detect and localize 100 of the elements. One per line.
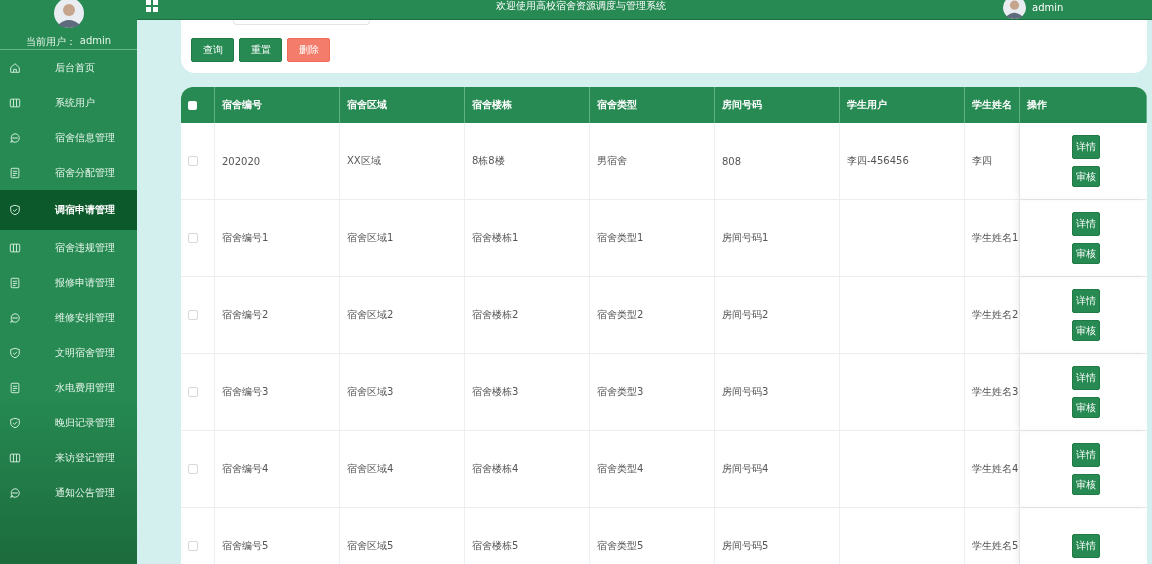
columns-icon — [9, 451, 21, 464]
table-cell: 宿舍区域2 — [347, 308, 394, 322]
table-cell: 学生姓名4 — [972, 462, 1019, 476]
review-button[interactable]: 审核 — [1071, 320, 1100, 341]
table-cell: 808 — [722, 155, 742, 167]
sidebar-item[interactable]: 宿舍违规管理 — [0, 230, 137, 265]
sidebar-item[interactable]: 文明宿舍管理 — [0, 335, 137, 370]
chat-icon — [9, 311, 21, 324]
table-cell: 宿舍类型5 — [597, 539, 644, 553]
table-cell: 宿舍编号2 — [222, 308, 269, 322]
table-cell: 学生姓名3 — [972, 385, 1019, 399]
toolbar-button[interactable]: 重置 — [239, 38, 282, 62]
details-button[interactable]: 详情 — [1071, 212, 1100, 236]
shield-icon — [9, 416, 21, 429]
table-cell: 宿舍类型2 — [597, 308, 644, 322]
table-cell: 宿舍编号4 — [222, 462, 269, 476]
columns-icon — [9, 241, 21, 254]
home-icon — [9, 61, 21, 74]
table-cell: 学生姓名1 — [972, 231, 1019, 245]
row-checkbox[interactable] — [188, 156, 198, 166]
table-cell: 李四 — [972, 154, 992, 168]
row-checkbox[interactable] — [188, 233, 198, 243]
system-title: 欢迎使用高校宿舍资源调度与管理系统 — [494, 0, 667, 12]
avatar-icon[interactable] — [1003, 0, 1026, 19]
row-checkbox[interactable] — [188, 464, 198, 474]
column-header: 学生用户 — [840, 87, 965, 123]
column-header: 宿舍区域 — [340, 87, 465, 123]
sidebar-item[interactable]: 后台首页 — [0, 50, 137, 85]
delete-button[interactable]: 删除 — [287, 38, 330, 62]
table-cell: 宿舍编号5 — [222, 539, 269, 553]
current-user-label: 当前用户： — [25, 35, 76, 49]
chat-icon — [9, 131, 21, 144]
table-cell: 宿舍楼栋3 — [472, 385, 519, 399]
input-field[interactable] — [233, 20, 370, 25]
grid-menu-icon[interactable] — [146, 0, 158, 12]
sidebar-item[interactable]: 调宿申请管理 — [0, 190, 137, 230]
table-cell: 宿舍楼栋2 — [472, 308, 519, 322]
doc-icon — [9, 381, 21, 394]
details-button[interactable]: 详情 — [1071, 534, 1100, 558]
row-checkbox[interactable] — [188, 387, 198, 397]
sidebar-item[interactable]: 宿舍分配管理 — [0, 155, 137, 190]
column-header: 宿舍编号 — [215, 87, 340, 123]
chat-icon — [9, 486, 21, 499]
details-button[interactable]: 详情 — [1071, 443, 1100, 467]
select-all-checkbox[interactable] — [188, 100, 197, 110]
table-cell: 宿舍楼栋5 — [472, 539, 519, 553]
table-cell: 李四-456456 — [847, 154, 909, 168]
shield-icon — [9, 346, 21, 359]
table-cell: 宿舍楼栋1 — [472, 231, 519, 245]
table-cell: 宿舍区域4 — [347, 462, 394, 476]
column-header: 房间号码 — [715, 87, 840, 123]
sidebar-item[interactable]: 宿舍信息管理 — [0, 120, 137, 155]
columns-icon — [9, 96, 21, 109]
table-cell: 202020 — [222, 155, 261, 167]
table-cell: 房间号码3 — [722, 385, 769, 399]
table-cell: 宿舍编号3 — [222, 385, 269, 399]
review-button[interactable]: 审核 — [1071, 166, 1100, 187]
column-header: 宿舍类型 — [590, 87, 715, 123]
row-checkbox[interactable] — [188, 541, 198, 551]
review-button[interactable]: 审核 — [1071, 397, 1100, 418]
sidebar-item[interactable]: 报修申请管理 — [0, 265, 137, 300]
table-cell: 房间号码2 — [722, 308, 769, 322]
table-cell: 房间号码1 — [722, 231, 769, 245]
avatar-icon — [53, 0, 84, 28]
table-cell: 8栋8楼 — [472, 154, 505, 168]
current-user-name: admin — [79, 35, 112, 48]
review-button[interactable]: 审核 — [1071, 243, 1100, 264]
row-checkbox[interactable] — [188, 310, 198, 320]
sidebar-item[interactable]: 来访登记管理 — [0, 440, 137, 475]
table-cell: 学生姓名2 — [972, 308, 1019, 322]
table-cell: 宿舍类型3 — [597, 385, 644, 399]
sidebar-item[interactable]: 系统用户 — [0, 85, 137, 120]
details-button[interactable]: 详情 — [1071, 135, 1100, 159]
table-cell: XX区域 — [347, 154, 381, 168]
sidebar-item[interactable]: 维修安排管理 — [0, 300, 137, 335]
table-cell: 宿舍区域1 — [347, 231, 394, 245]
details-button[interactable]: 详情 — [1071, 366, 1100, 390]
sidebar-item[interactable]: 水电费用管理 — [0, 370, 137, 405]
column-header: 宿舍楼栋 — [465, 87, 590, 123]
shield-icon — [9, 204, 21, 216]
table-cell: 男宿舍 — [597, 154, 627, 168]
user-name[interactable]: admin — [1032, 2, 1064, 13]
sidebar-item[interactable]: 通知公告管理 — [0, 475, 137, 510]
column-header: 学生姓名 — [965, 87, 1020, 123]
doc-icon — [9, 276, 21, 289]
table-cell: 宿舍区域5 — [347, 539, 394, 553]
details-button[interactable]: 详情 — [1071, 289, 1100, 313]
sidebar-item[interactable]: 晚归记录管理 — [0, 405, 137, 440]
column-header: 操作 — [1020, 87, 1147, 123]
table-cell: 宿舍楼栋4 — [472, 462, 519, 476]
table-cell: 宿舍编号1 — [222, 231, 269, 245]
table-cell: 宿舍类型1 — [597, 231, 644, 245]
table-cell: 房间号码5 — [722, 539, 769, 553]
table-cell: 学生姓名5 — [972, 539, 1019, 553]
table-cell: 房间号码4 — [722, 462, 769, 476]
table-cell: 宿舍类型4 — [597, 462, 644, 476]
table-cell: 宿舍区域3 — [347, 385, 394, 399]
review-button[interactable]: 审核 — [1071, 474, 1100, 495]
toolbar-button[interactable]: 查询 — [191, 38, 234, 62]
doc-icon — [9, 166, 21, 179]
